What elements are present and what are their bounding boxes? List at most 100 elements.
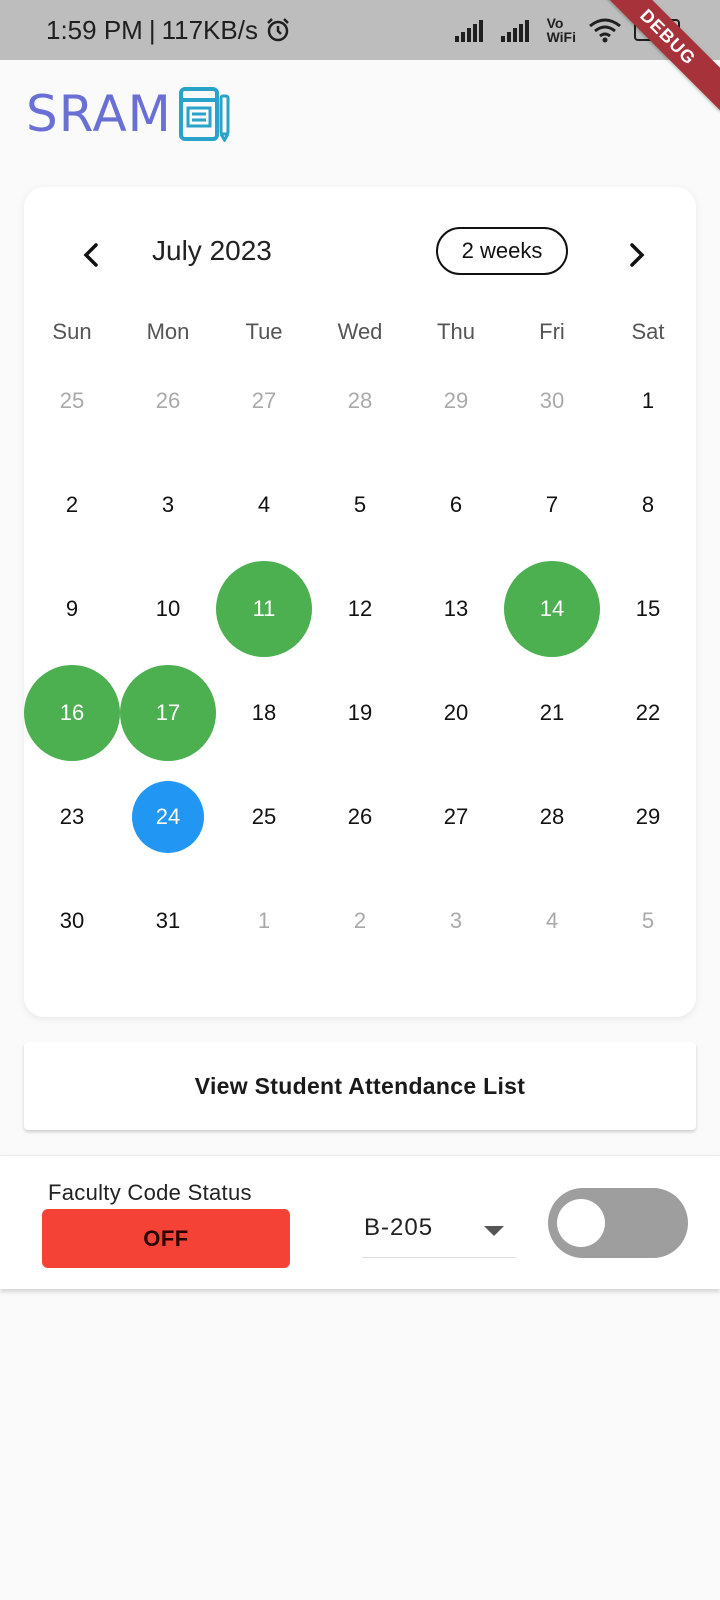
calendar-day-label: 7 [545,492,559,517]
calendar-day[interactable]: 30 [24,869,120,973]
vowifi-indicator: Vo WiFi [547,16,576,44]
calendar-day-present[interactable]: 16 [24,661,120,765]
calendar-day[interactable]: 31 [120,869,216,973]
alarm-icon [267,18,289,42]
calendar-day[interactable]: 7 [504,453,600,557]
toggle-knob [557,1199,605,1247]
logo-text: SRAM [26,85,172,143]
calendar-day[interactable]: 25 [24,349,120,453]
view-attendance-button[interactable]: View Student Attendance List [24,1042,696,1130]
calendar-day-present[interactable]: 17 [120,661,216,765]
calendar-day[interactable]: 22 [600,661,696,765]
calendar-day-label: 30 [539,388,565,413]
calendar-day[interactable]: 5 [600,869,696,973]
faculty-code-status-badge: OFF [42,1209,290,1268]
calendar-day[interactable]: 20 [408,661,504,765]
faculty-code-toggle[interactable] [548,1188,688,1258]
calendar-day-label: 30 [59,908,85,933]
app-logo: SRAM [26,84,232,144]
calendar-day-label: 12 [347,596,373,621]
calendar-day[interactable]: 23 [24,765,120,869]
signal-icon [454,20,483,42]
calendar-day-label: 29 [443,388,469,413]
calendar-day-present[interactable]: 11 [216,557,312,661]
calendar-day[interactable]: 2 [24,453,120,557]
calendar-day[interactable]: 10 [120,557,216,661]
calendar-day[interactable]: 12 [312,557,408,661]
calendar-day[interactable]: 30 [504,349,600,453]
calendar-day-label: 26 [155,388,181,413]
notebook-pen-icon [178,87,230,142]
calendar-day-label: 18 [251,700,277,725]
calendar-day[interactable]: 29 [408,349,504,453]
weekday-label: Thu [437,319,475,344]
calendar-header: July 2023 2 weeks [24,227,696,281]
calendar-day-label: 17 [155,700,181,725]
calendar-day-label: 6 [449,492,463,517]
calendar-day[interactable]: 21 [504,661,600,765]
signal-icon [500,20,529,42]
room-dropdown-value: B-205 [364,1214,434,1241]
calendar-day[interactable]: 3 [120,453,216,557]
calendar-day[interactable]: 27 [216,349,312,453]
calendar-day-label: 19 [347,700,373,725]
calendar-day-label: 27 [443,804,469,829]
calendar-day[interactable]: 18 [216,661,312,765]
faculty-code-status-label: Faculty Code Status [48,1180,252,1205]
calendar-day[interactable]: 25 [216,765,312,869]
weekday-label: Mon [146,319,190,344]
calendar-day[interactable]: 29 [600,765,696,869]
calendar-day[interactable]: 5 [312,453,408,557]
vowifi-bottom: WiFi [546,29,576,45]
calendar-day[interactable]: 13 [408,557,504,661]
calendar-day-label: 4 [545,908,559,933]
status-left: 1:59 PM | 117KB/s [46,15,292,46]
calendar-day[interactable]: 3 [408,869,504,973]
calendar-day-today[interactable]: 24 [120,765,216,869]
calendar-day-label: 11 [252,596,276,621]
calendar-day[interactable]: 26 [312,765,408,869]
calendar-day-label: 25 [59,388,85,413]
calendar-day[interactable]: 26 [120,349,216,453]
weekday-label: Sun [52,319,92,344]
calendar-day-label: 3 [161,492,175,517]
weekday-label: Sat [631,319,665,344]
calendar-day[interactable]: 19 [312,661,408,765]
calendar-day[interactable]: 27 [408,765,504,869]
calendar-day[interactable]: 4 [216,453,312,557]
clock: 1:59 PM [46,14,143,45]
vowifi-top: Vo [546,15,564,31]
calendar-day-label: 28 [347,388,373,413]
calendar-day-label: 1 [257,908,271,933]
caret-down-icon [484,1226,504,1236]
calendar-format-button[interactable]: 2 weeks [436,227,568,275]
calendar-day-label: 1 [641,388,655,413]
calendar-day-label: 5 [641,908,655,933]
weekday-row: Sun Mon Tue Wed Thu Fri Sat [24,319,696,349]
calendar-day[interactable]: 28 [312,349,408,453]
weekday-label: Tue [245,319,283,344]
calendar-day-present[interactable]: 14 [504,557,600,661]
calendar-day[interactable]: 8 [600,453,696,557]
calendar-day[interactable]: 28 [504,765,600,869]
calendar-day[interactable]: 4 [504,869,600,973]
calendar-day[interactable]: 2 [312,869,408,973]
calendar-day-label: 3 [449,908,463,933]
calendar-day[interactable]: 6 [408,453,504,557]
calendar-day[interactable]: 9 [24,557,120,661]
wifi-icon [589,18,621,43]
calendar-day[interactable]: 1 [600,349,696,453]
calendar-day-label: 13 [443,596,469,621]
calendar-day-label: 31 [155,908,181,933]
calendar-card: July 2023 2 weeks Sun Mon Tue Wed Thu Fri Sat … [24,187,696,1017]
calendar-day-label: 5 [353,492,367,517]
chevron-right-icon[interactable] [616,235,656,275]
status-separator: | [148,14,156,45]
calendar-day[interactable]: 1 [216,869,312,973]
chevron-left-icon[interactable] [72,235,112,275]
calendar-day-label: 10 [155,596,181,621]
calendar-day[interactable]: 15 [600,557,696,661]
room-dropdown[interactable]: B-205 [362,1206,516,1258]
weekday-label: Wed [337,319,383,344]
calendar-day-label: 29 [635,804,661,829]
